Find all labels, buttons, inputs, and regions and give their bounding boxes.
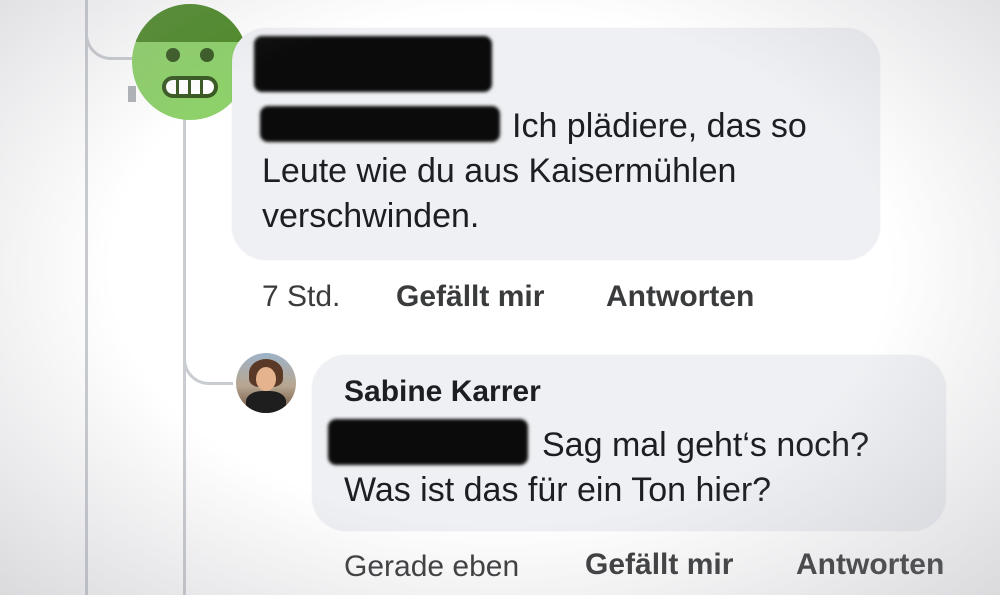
comment-1-timestamp[interactable]: 7 Std. xyxy=(262,280,340,314)
avatar-body xyxy=(246,391,286,413)
comment-2-line-1: Sag mal geht‘s noch? xyxy=(542,426,869,464)
thread-connector-reply xyxy=(183,330,233,385)
like-label: Gefällt mir xyxy=(396,280,545,313)
comment-2-text: Sag mal geht‘s noch? Was ist das für ein… xyxy=(344,423,934,513)
comment-2-like-button[interactable]: Gefällt mir xyxy=(585,548,733,582)
hulk-eye-left xyxy=(166,48,180,62)
comment-2-reply-button[interactable]: Antworten xyxy=(796,548,944,582)
comment-1-text: Ich plädiere, das so Leute wie du aus Ka… xyxy=(262,104,862,239)
comment-bubble-1[interactable]: Ich plädiere, das so Leute wie du aus Ka… xyxy=(232,28,880,260)
thread-line-main xyxy=(85,0,88,595)
hulk-mouth xyxy=(162,76,218,98)
avatar[interactable] xyxy=(236,353,296,413)
like-label: Gefällt mir xyxy=(585,548,734,581)
comment-1-line-3: verschwinden. xyxy=(262,197,480,235)
comment-1-reply-button[interactable]: Antworten xyxy=(606,280,754,314)
hulk-face-icon[interactable] xyxy=(132,4,248,120)
comment-2-author-name[interactable]: Sabine Karrer xyxy=(344,375,541,409)
comment-1-line-1: Ich plädiere, das so xyxy=(512,107,807,145)
reply-label: Antworten xyxy=(796,548,945,581)
comment-1-like-button[interactable]: Gefällt mir xyxy=(396,280,544,314)
redacted-author-name xyxy=(254,36,492,92)
hulk-eye-right xyxy=(200,48,214,62)
comment-bubble-2[interactable]: Sabine Karrer Sag mal geht‘s noch? Was i… xyxy=(312,355,946,531)
comment-2-line-2: Was ist das für ein Ton hier? xyxy=(344,471,772,509)
avatar-face xyxy=(256,367,276,391)
comment-1-line-2: Leute wie du aus Kaisermühlen xyxy=(262,152,737,190)
avatar-bolt-left xyxy=(128,86,136,102)
comment-2-timestamp[interactable]: Gerade eben xyxy=(344,550,519,584)
reply-label: Antworten xyxy=(606,280,755,313)
hulk-hair xyxy=(132,4,248,42)
